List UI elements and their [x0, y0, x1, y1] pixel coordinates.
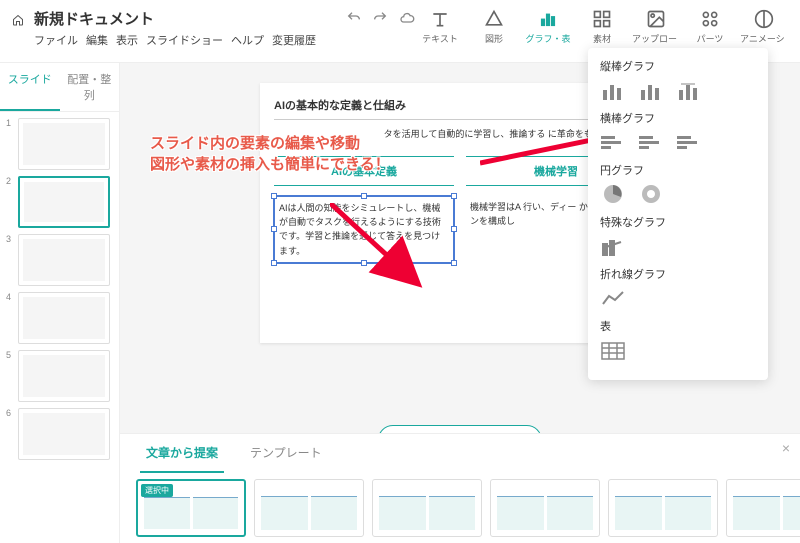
menubar: ファイル 編集 表示 スライドショー ヘルプ 変更履歴	[34, 32, 316, 48]
cloud-icon[interactable]	[398, 10, 416, 26]
chart-bar-icon[interactable]	[600, 80, 626, 100]
template-item[interactable]	[608, 479, 718, 537]
tool-shape[interactable]: 図形	[470, 8, 518, 58]
chart-hbar-icon[interactable]	[600, 132, 626, 152]
chart-hbar-icon[interactable]	[676, 132, 702, 152]
menu-view[interactable]: 表示	[116, 32, 138, 48]
document-title[interactable]: 新規ドキュメント	[34, 8, 316, 29]
arrow-icon	[330, 203, 430, 293]
callout-annotation: スライド内の要素の編集や移動 図形や素材の挿入も簡単にできる！	[150, 133, 390, 175]
chart-hbar-icon[interactable]	[638, 132, 664, 152]
close-icon[interactable]: ×	[782, 440, 790, 456]
tab-template[interactable]: テンプレート	[244, 434, 328, 473]
template-item[interactable]	[490, 479, 600, 537]
template-item[interactable]	[372, 479, 482, 537]
tab-suggest[interactable]: 文章から提案	[140, 434, 224, 473]
template-item[interactable]: 選択中	[136, 479, 246, 537]
undo-icon[interactable]	[346, 10, 362, 26]
slide-thumbnails: 1 2 3 4 5 6	[0, 112, 119, 472]
thumb-2[interactable]	[18, 176, 110, 228]
menu-file[interactable]: ファイル	[34, 32, 78, 48]
thumb-1[interactable]	[18, 118, 110, 170]
tool-text[interactable]: テキスト	[416, 8, 464, 58]
bottom-panel: × 文章から提案 テンプレート 選択中	[120, 433, 800, 543]
chart-special-icon[interactable]	[600, 236, 626, 256]
chart-donut-icon[interactable]	[638, 184, 664, 204]
redo-icon[interactable]	[372, 10, 388, 26]
chart-bar-icon[interactable]	[638, 80, 664, 100]
table-icon[interactable]	[600, 340, 626, 360]
template-item[interactable]	[254, 479, 364, 537]
tool-chart[interactable]: グラフ・表	[524, 8, 572, 58]
tab-arrange[interactable]: 配置・整列	[60, 63, 120, 111]
tab-slides[interactable]: スライド	[0, 63, 60, 111]
menu-edit[interactable]: 編集	[86, 32, 108, 48]
chart-pie-icon[interactable]	[600, 184, 626, 204]
chart-dropdown: 縦棒グラフ 横棒グラフ 円グラフ 特殊なグラフ 折れ線グラフ 表	[588, 48, 768, 380]
template-item[interactable]	[726, 479, 800, 537]
chart-bar-icon[interactable]	[676, 80, 702, 100]
thumb-6[interactable]	[18, 408, 110, 460]
menu-slideshow[interactable]: スライドショー	[146, 32, 223, 48]
menu-help[interactable]: ヘルプ	[231, 32, 264, 48]
menu-history[interactable]: 変更履歴	[272, 32, 316, 48]
home-icon[interactable]	[12, 10, 24, 30]
thumb-5[interactable]	[18, 350, 110, 402]
chart-line-icon[interactable]	[600, 288, 626, 308]
thumb-4[interactable]	[18, 292, 110, 344]
thumb-3[interactable]	[18, 234, 110, 286]
